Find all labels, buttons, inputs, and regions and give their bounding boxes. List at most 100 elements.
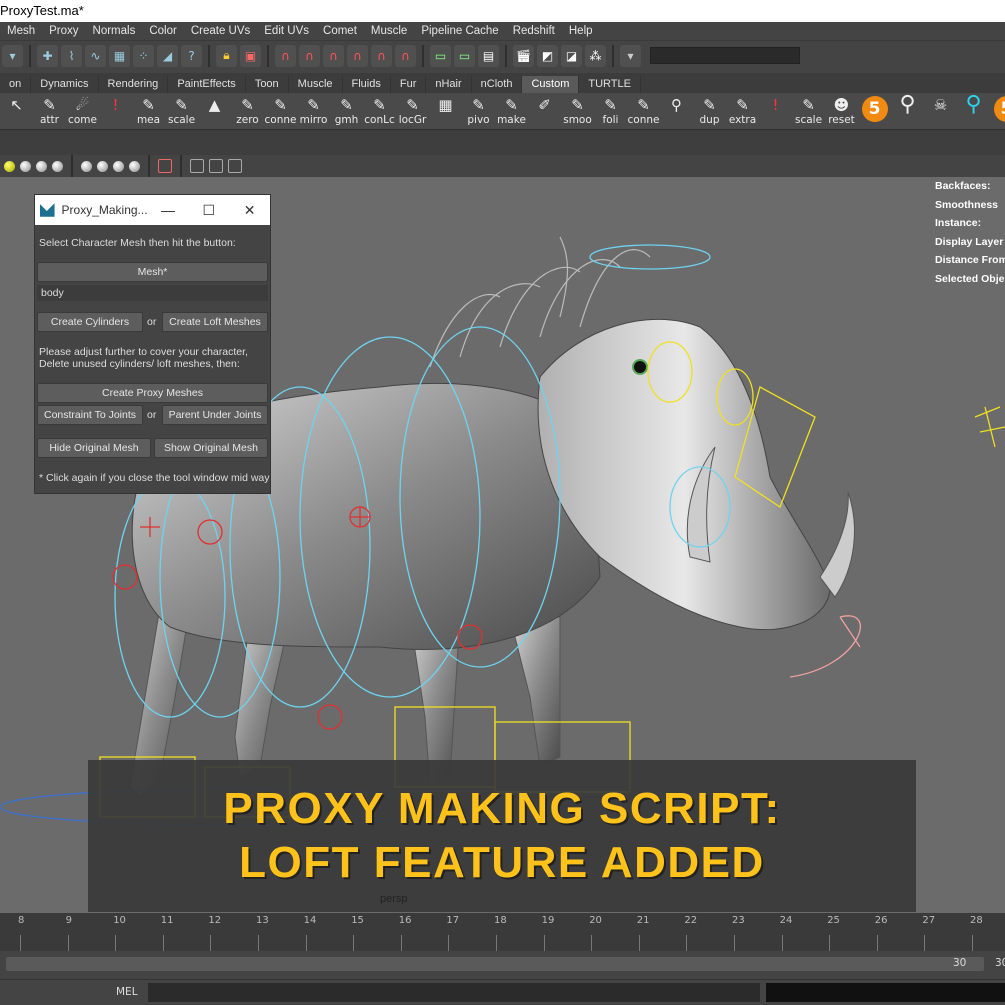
menu-muscle[interactable]: Muscle (364, 25, 414, 37)
help-icon[interactable]: ? (181, 44, 202, 67)
lock-icon[interactable]: 🔒︎ (216, 44, 237, 67)
share-icon[interactable] (228, 159, 242, 173)
shelf-tab-on[interactable]: on (0, 76, 32, 93)
shelf-button-cone[interactable]: ▲ (198, 93, 231, 129)
shelf-button-brush[interactable]: ✐ (528, 93, 561, 129)
tool-window-titlebar[interactable]: Proxy_Making... — ☐ ✕ (35, 195, 270, 225)
menu-comet[interactable]: Comet (316, 25, 364, 37)
dof-icon[interactable] (129, 160, 140, 172)
maximize-icon[interactable]: ☐ (188, 202, 229, 219)
parent-under-joints-button[interactable]: Parent Under Joints (162, 405, 268, 425)
constraint-to-joints-button[interactable]: Constraint To Joints (37, 405, 143, 425)
shelf-button-pivo[interactable]: ✎ pivo (462, 93, 495, 129)
xray-icon[interactable] (190, 159, 204, 173)
snap-grid-icon[interactable]: ✚ (37, 44, 58, 67)
ao-icon[interactable] (97, 160, 108, 172)
shelf-button-foli[interactable]: ✎ foli (594, 93, 627, 129)
shelf-button-gmh[interactable]: ✎ gmh (330, 93, 363, 129)
shelf-tab-custom[interactable]: Custom (522, 76, 580, 93)
close-icon[interactable]: ✕ (229, 202, 270, 219)
shelf-button-attr[interactable]: ✎ attr (33, 93, 66, 129)
shelf-button-conne[interactable]: ✎ conne (264, 93, 297, 129)
shelf-button-cursor[interactable]: ↖ (0, 93, 33, 129)
magnet-icon[interactable]: ∩ (395, 44, 416, 67)
shelf-button-conne[interactable]: ✎ conne (627, 93, 660, 129)
shelf-button-number-five[interactable]: 5 (858, 93, 891, 129)
isolate-icon[interactable] (158, 159, 172, 173)
menu-redshift[interactable]: Redshift (506, 25, 562, 37)
shelf-tab-fur[interactable]: Fur (391, 76, 427, 93)
shelf-tab-muscle[interactable]: Muscle (289, 76, 343, 93)
hide-original-mesh-button[interactable]: Hide Original Mesh (37, 438, 151, 458)
menu-mesh[interactable]: Mesh (0, 25, 42, 37)
shelf-button-skeleton[interactable]: ⚲ (660, 93, 693, 129)
shadow-icon[interactable] (81, 160, 92, 172)
shelf-tab-dynamics[interactable]: Dynamics (31, 76, 99, 93)
menu-proxy[interactable]: Proxy (42, 25, 85, 37)
input-mode-icon[interactable]: ▾ (620, 44, 641, 67)
mesh-button[interactable]: Mesh* (37, 262, 268, 282)
time-slider[interactable]: 8 9 10 11 12 13 14 15 16 17 18 19 20 21 22 23 24 25 26 27 28 (0, 913, 1005, 951)
magnet-icon[interactable]: ∩ (275, 44, 296, 67)
range-end-field[interactable]: 30 (953, 957, 966, 969)
shade-icon[interactable] (36, 160, 47, 172)
hypershade-icon[interactable]: ⁂ (585, 44, 606, 67)
live-surface-icon[interactable]: ◢ (157, 44, 178, 67)
shelf-button-mirro[interactable]: ✎ mirro (297, 93, 330, 129)
shelf-button-extra[interactable]: ✎ extra (726, 93, 759, 129)
shelf-button-scale[interactable]: ✎ scale (165, 93, 198, 129)
create-loft-meshes-button[interactable]: Create Loft Meshes (162, 312, 268, 332)
snap-curve-icon[interactable]: ⌇ (61, 44, 82, 67)
shelf-button-conLc[interactable]: ✎ conLc (363, 93, 396, 129)
command-input[interactable] (148, 983, 760, 1002)
shelf-button-locGr[interactable]: ✎ locGr (396, 93, 429, 129)
shelf-button-warning[interactable]: ! (99, 93, 132, 129)
shelf-button-scale[interactable]: ✎ scale (792, 93, 825, 129)
shelf-button-grid[interactable]: ▦ (429, 93, 462, 129)
clapper-icon[interactable]: 🎬︎ (513, 44, 534, 67)
dropdown-arrow-icon[interactable]: ▾ (2, 44, 23, 67)
menu-pipeline-cache[interactable]: Pipeline Cache (414, 25, 505, 37)
shelf-tab-nhair[interactable]: nHair (426, 76, 472, 93)
render-frame-icon[interactable]: ▭ (454, 44, 475, 67)
light-icon[interactable] (4, 160, 15, 172)
mesh-field[interactable]: body (37, 285, 268, 301)
shelf-tab-turtle[interactable]: TURTLE (579, 76, 641, 93)
snap-view-icon[interactable]: ▦ (109, 44, 130, 67)
shelf-button-zero[interactable]: ✎ zero (231, 93, 264, 129)
shelf-button-reset[interactable]: ☻ reset (825, 93, 858, 129)
select-icon[interactable]: ▣ (240, 44, 261, 67)
magnet-icon[interactable]: ∩ (323, 44, 344, 67)
shelf-button-human-figure[interactable]: ⚲ (891, 93, 924, 129)
shelf-tab-fluids[interactable]: Fluids (343, 76, 391, 93)
render-settings-icon[interactable]: ▤ (478, 44, 499, 67)
shelf-button-human-figure-cyan[interactable]: ⚲ (957, 93, 990, 129)
menu-help[interactable]: Help (562, 25, 600, 37)
shelf-button-mea[interactable]: ✎ mea (132, 93, 165, 129)
command-language-label[interactable]: MEL (116, 986, 138, 998)
magnet-icon[interactable]: ∩ (299, 44, 320, 67)
xray-joints-icon[interactable] (209, 159, 223, 173)
aa-icon[interactable] (113, 160, 124, 172)
show-original-mesh-button[interactable]: Show Original Mesh (154, 438, 268, 458)
shelf-tab-toon[interactable]: Toon (246, 76, 289, 93)
shelf-button-smoo[interactable]: ✎ smoo (561, 93, 594, 129)
shelf-button-come[interactable]: ☄ come (66, 93, 99, 129)
menu-create-uvs[interactable]: Create UVs (184, 25, 257, 37)
snap-point-icon[interactable]: ∿ (85, 44, 106, 67)
shelf-tab-ncloth[interactable]: nCloth (472, 76, 523, 93)
minimize-icon[interactable]: — (148, 202, 189, 218)
shelf-button-dup[interactable]: ✎ dup (693, 93, 726, 129)
create-cylinders-button[interactable]: Create Cylinders (37, 312, 143, 332)
magnet-icon[interactable]: ∩ (347, 44, 368, 67)
shelf-button-make[interactable]: ✎ make (495, 93, 528, 129)
shelf-tab-rendering[interactable]: Rendering (99, 76, 169, 93)
render-icon[interactable]: ◩ (537, 44, 558, 67)
menu-normals[interactable]: Normals (86, 25, 143, 37)
range-bar[interactable] (6, 957, 984, 971)
ipr-icon[interactable]: ◪ (561, 44, 582, 67)
render-view-icon[interactable]: ▭ (430, 44, 451, 67)
shelf-button-warning[interactable]: ! (759, 93, 792, 129)
shade-icon[interactable] (20, 160, 31, 172)
menu-color[interactable]: Color (142, 25, 183, 37)
